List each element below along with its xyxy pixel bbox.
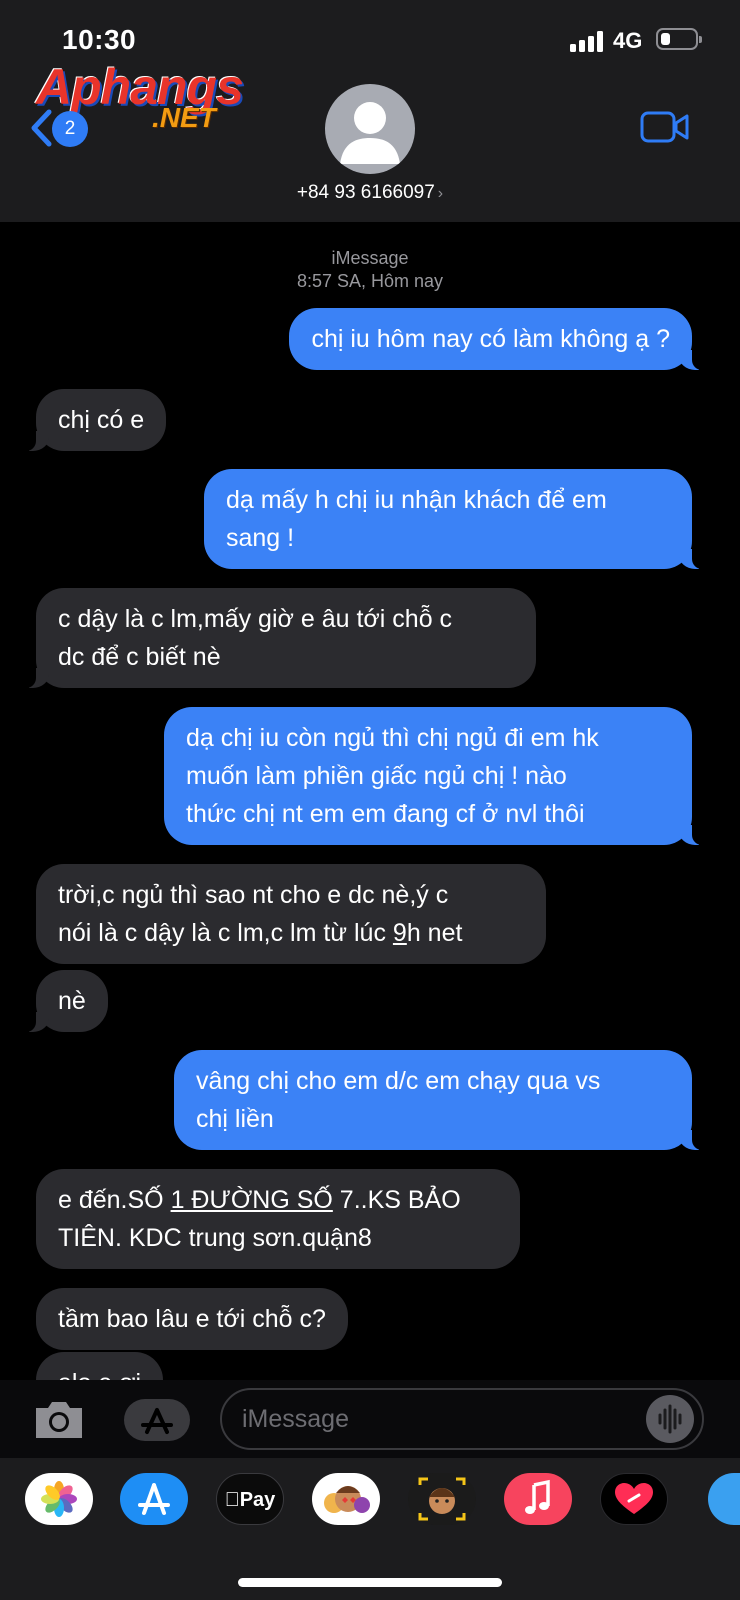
message-bubble-incoming[interactable]: c dậy là c lm,mấy giờ e âu tới chỗ c dc … [24,588,536,688]
contact-avatar[interactable] [325,84,415,174]
message-text: dạ mấy h chị iu nhận khách để em [226,486,607,514]
message-text: chị liền [196,1105,274,1133]
apple-pay-label: Pay [217,1474,283,1526]
service-label: iMessage [331,248,409,268]
person-icon [340,102,400,164]
message-text: muốn làm phiền giấc ngủ chị ! nào [186,762,567,790]
digital-touch-app[interactable] [600,1473,668,1525]
message-text: nè [58,987,86,1015]
message-text: c dậy là c lm,mấy giờ e âu tới chỗ c [58,605,453,633]
thread-meta: iMessage 8:57 SA, Hôm nay [0,247,740,293]
message-text: chị có e [58,406,145,434]
message-bubble-incoming[interactable]: e đến.SỐ 1 ĐƯỜNG SỐ 7..KS BẢO TIÊN. KDC … [36,1169,520,1269]
detected-address-link[interactable]: 1 ĐƯỜNG SỐ [171,1186,333,1214]
music-note-icon [525,1479,550,1514]
message-text-part: e đến.SỐ [58,1186,171,1214]
apple-pay-text: Pay [232,1489,276,1511]
battery-icon [656,28,702,50]
home-indicator[interactable] [238,1578,502,1587]
message-bubble-incoming[interactable]: tầm bao lâu e tới chỗ c? [36,1288,348,1350]
message-bubble-outgoing[interactable]: dạ chị iu còn ngủ thì chị ngủ đi em hk m… [164,707,704,845]
app-store-icon [138,1483,170,1515]
network-type: 4G [613,28,643,53]
cellular-signal-icon [570,30,606,52]
chevron-right-icon: › [437,185,444,202]
message-bubble-outgoing[interactable]: vâng chị cho em d/c em chạy qua vs chị l… [174,1050,704,1150]
message-bubble-incoming[interactable]: nè [24,970,108,1032]
waveform-icon [658,1404,682,1434]
message-bubble-outgoing[interactable]: dạ mấy h chị iu nhận khách để em sang ! [204,469,704,569]
message-text: sang ! [226,524,295,552]
app-store-app[interactable] [120,1473,188,1525]
contact-number: +84 93 6166097 [296,182,435,203]
message-text: TIÊN. KDC trung sơn.quận8 [58,1224,372,1252]
camera-icon [36,1402,82,1438]
apple-logo-icon:  [225,1489,240,1511]
photos-app[interactable] [25,1473,93,1525]
apple-pay-app[interactable]: Pay [216,1473,284,1525]
message-text-part: 7..KS BẢO [332,1186,461,1214]
memoji-stickers-icon [324,1486,370,1513]
heart-icon [615,1483,653,1514]
status-time: 10:30 [62,24,137,55]
message-text: vâng chị cho em d/c em chạy qua vs [196,1067,601,1095]
message-bubble-incoming[interactable]: trời,c ngủ thì sao nt cho e dc nè,ý c nó… [36,864,546,964]
message-text: dc để c biết nè [58,643,221,671]
detected-time-link[interactable]: 9 [393,919,407,947]
message-text: tầm bao lâu e tới chỗ c? [58,1305,326,1333]
music-app[interactable] [504,1473,572,1525]
camera-button[interactable] [32,1398,86,1445]
message-text-part: nói là c dậy là c lm,c lm từ lúc [58,919,386,947]
facetime-video-button[interactable] [640,110,690,149]
audio-message-button[interactable] [646,1395,694,1443]
message-text: e đến.SỐ 1 ĐƯỜNG SỐ 7..KS BẢO [58,1181,498,1219]
message-text: trời,c ngủ thì sao nt cho e dc nè,ý c [58,881,449,909]
memoji-app[interactable] [408,1473,476,1525]
message-bubble-outgoing[interactable]: chị iu hôm nay có làm không ạ ? [289,308,704,370]
unread-badge[interactable]: 2 [52,111,88,147]
memoji-stickers-app[interactable] [312,1473,380,1525]
video-camera-icon [640,111,689,143]
app-store-icon [141,1408,173,1434]
message-text: chị iu hôm nay có làm không ạ ? [311,325,670,353]
message-text: thức chị nt em em đang cf ở nvl thôi [186,800,585,828]
back-button[interactable] [28,108,54,153]
memoji-icon [418,1477,466,1521]
message-text: dạ chị iu còn ngủ thì chị ngủ đi em hk [186,724,599,752]
message-text: nói là c dậy là c lm,c lm từ lúc 9h net [58,914,524,952]
chevron-left-icon [31,109,52,147]
contact-name[interactable]: +84 93 6166097 › [0,182,740,204]
thread-timestamp: 8:57 SA, Hôm nay [296,271,444,291]
message-text-part: h net [406,919,463,947]
message-bubble-incoming[interactable]: chị có e [23,389,167,451]
app-store-button[interactable] [124,1399,190,1441]
message-input-placeholder: iMessage [242,1405,349,1433]
photos-icon [41,1481,77,1517]
watermark-suffix: .NET [152,102,216,133]
